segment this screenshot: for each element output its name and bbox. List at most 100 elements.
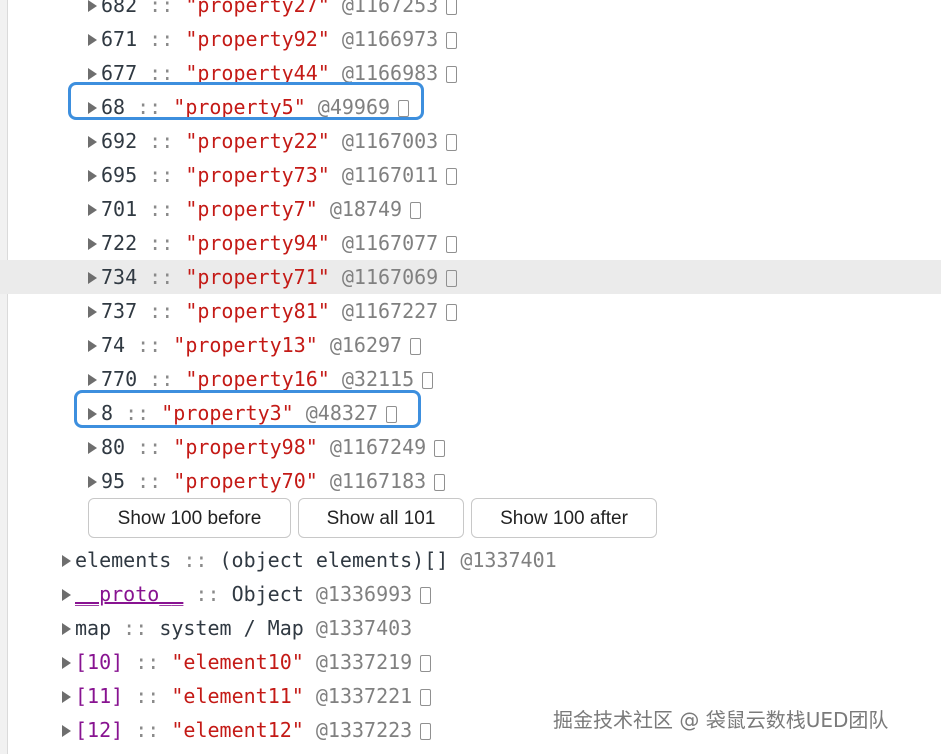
expand-triangle-icon[interactable] bbox=[88, 238, 97, 250]
row-separator: :: bbox=[183, 548, 208, 572]
tree-row-content: 692 :: "property22" @1167003 bbox=[88, 124, 458, 158]
reveal-node-icon[interactable] bbox=[410, 202, 422, 219]
reveal-node-icon[interactable] bbox=[446, 66, 458, 83]
reveal-node-icon[interactable] bbox=[446, 270, 458, 287]
row-value: "property44" bbox=[185, 61, 330, 85]
reveal-node-icon[interactable] bbox=[410, 338, 422, 355]
parent-tree-row[interactable]: elements :: (object elements)[] @1337401 bbox=[0, 543, 941, 577]
show-100-after-button[interactable]: Show 100 after bbox=[471, 498, 657, 538]
row-key: 734 bbox=[101, 265, 138, 289]
expand-triangle-icon[interactable] bbox=[88, 68, 97, 80]
row-value: "property3" bbox=[161, 401, 294, 425]
tree-row[interactable]: 770 :: "property16" @32115 bbox=[0, 362, 941, 396]
expand-triangle-icon[interactable] bbox=[62, 589, 71, 601]
row-separator: :: bbox=[149, 231, 174, 255]
tree-row-content: 770 :: "property16" @32115 bbox=[88, 362, 434, 396]
parent-tree-row[interactable]: __proto__ :: Object @1336993 bbox=[0, 577, 941, 611]
row-separator: :: bbox=[149, 129, 174, 153]
row-value: "element10" bbox=[171, 650, 304, 674]
row-separator: :: bbox=[135, 718, 160, 742]
reveal-node-icon[interactable] bbox=[420, 723, 432, 740]
show-all-button[interactable]: Show all 101 bbox=[298, 498, 464, 538]
tree-row[interactable]: 737 :: "property81" @1167227 bbox=[0, 294, 941, 328]
row-key: 677 bbox=[101, 61, 138, 85]
row-address: @49969 bbox=[317, 95, 391, 119]
row-address: @1167077 bbox=[341, 231, 439, 255]
expand-triangle-icon[interactable] bbox=[88, 204, 97, 216]
row-address: @1167227 bbox=[341, 299, 439, 323]
row-address: @32115 bbox=[341, 367, 415, 391]
tree-row-content: 68 :: "property5" @49969 bbox=[88, 90, 410, 124]
reveal-node-icon[interactable] bbox=[446, 134, 458, 151]
expand-triangle-icon[interactable] bbox=[62, 623, 71, 635]
tree-row[interactable]: 95 :: "property70" @1167183 bbox=[0, 464, 941, 498]
row-value: "property22" bbox=[185, 129, 330, 153]
tree-row-content: 737 :: "property81" @1167227 bbox=[88, 294, 458, 328]
expand-triangle-icon[interactable] bbox=[88, 170, 97, 182]
tree-row[interactable]: 80 :: "property98" @1167249 bbox=[0, 430, 941, 464]
watermark: 掘金技术社区 @ 袋鼠云数栈UED团队 bbox=[553, 708, 889, 732]
row-key: 695 bbox=[101, 163, 138, 187]
tree-row[interactable]: 74 :: "property13" @16297 bbox=[0, 328, 941, 362]
tree-row[interactable]: 671 :: "property92" @1166973 bbox=[0, 22, 941, 56]
expand-triangle-icon[interactable] bbox=[88, 340, 97, 352]
row-address: @1336993 bbox=[315, 582, 413, 606]
reveal-node-icon[interactable] bbox=[446, 304, 458, 321]
expand-triangle-icon[interactable] bbox=[62, 555, 71, 567]
row-address: @1337401 bbox=[460, 548, 557, 572]
reveal-node-icon[interactable] bbox=[422, 372, 434, 389]
row-value: Object bbox=[231, 582, 304, 606]
reveal-node-icon[interactable] bbox=[420, 689, 432, 706]
reveal-node-icon[interactable] bbox=[434, 474, 446, 491]
expand-triangle-icon[interactable] bbox=[88, 442, 97, 454]
reveal-node-icon[interactable] bbox=[420, 655, 432, 672]
expand-triangle-icon[interactable] bbox=[62, 691, 71, 703]
expand-triangle-icon[interactable] bbox=[88, 476, 97, 488]
row-address: @1167003 bbox=[341, 129, 439, 153]
reveal-node-icon[interactable] bbox=[398, 100, 410, 117]
expand-triangle-icon[interactable] bbox=[88, 272, 97, 284]
row-address: @1167183 bbox=[329, 469, 427, 493]
tree-row[interactable]: 695 :: "property73" @1167011 bbox=[0, 158, 941, 192]
reveal-node-icon[interactable] bbox=[385, 406, 397, 423]
expand-triangle-icon[interactable] bbox=[62, 725, 71, 737]
reveal-node-icon[interactable] bbox=[446, 0, 458, 15]
row-address: @1166973 bbox=[341, 27, 439, 51]
tree-row[interactable]: 692 :: "property22" @1167003 bbox=[0, 124, 941, 158]
reveal-node-icon[interactable] bbox=[446, 168, 458, 185]
tree-row[interactable]: 677 :: "property44" @1166983 bbox=[0, 56, 941, 90]
row-address: @1167249 bbox=[329, 435, 427, 459]
row-separator: :: bbox=[149, 27, 174, 51]
reveal-node-icon[interactable] bbox=[420, 587, 432, 604]
tree-row-content: 671 :: "property92" @1166973 bbox=[88, 22, 458, 56]
expand-triangle-icon[interactable] bbox=[88, 136, 97, 148]
expand-triangle-icon[interactable] bbox=[88, 34, 97, 46]
row-value: "property13" bbox=[173, 333, 318, 357]
expand-triangle-icon[interactable] bbox=[62, 657, 71, 669]
tree-row[interactable]: 8 :: "property3" @48327 bbox=[0, 396, 941, 430]
parent-row-content: [10] :: "element10" @1337219 bbox=[62, 645, 432, 679]
expand-triangle-icon[interactable] bbox=[88, 374, 97, 386]
row-value: "property98" bbox=[173, 435, 318, 459]
expand-triangle-icon[interactable] bbox=[88, 0, 97, 12]
tree-row[interactable]: 722 :: "property94" @1167077 bbox=[0, 226, 941, 260]
row-separator: :: bbox=[135, 650, 160, 674]
tree-row[interactable]: 682 :: "property27" @1167253 bbox=[0, 0, 941, 22]
show-100-before-button[interactable]: Show 100 before bbox=[88, 498, 291, 538]
expand-triangle-icon[interactable] bbox=[88, 306, 97, 318]
row-value: "property73" bbox=[185, 163, 330, 187]
row-address: @1337219 bbox=[315, 650, 413, 674]
tree-row[interactable]: 701 :: "property7" @18749 bbox=[0, 192, 941, 226]
expand-triangle-icon[interactable] bbox=[88, 408, 97, 420]
row-separator: :: bbox=[149, 265, 174, 289]
tree-row[interactable]: 734 :: "property71" @1167069 bbox=[0, 260, 941, 294]
reveal-node-icon[interactable] bbox=[446, 32, 458, 49]
tree-row[interactable]: 68 :: "property5" @49969 bbox=[0, 90, 941, 124]
row-address: @18749 bbox=[329, 197, 403, 221]
expand-triangle-icon[interactable] bbox=[88, 102, 97, 114]
parent-tree-row[interactable]: map :: system / Map @1337403 bbox=[0, 611, 941, 645]
reveal-node-icon[interactable] bbox=[434, 440, 446, 457]
row-separator: :: bbox=[149, 0, 174, 17]
reveal-node-icon[interactable] bbox=[446, 236, 458, 253]
parent-tree-row[interactable]: [10] :: "element10" @1337219 bbox=[0, 645, 941, 679]
